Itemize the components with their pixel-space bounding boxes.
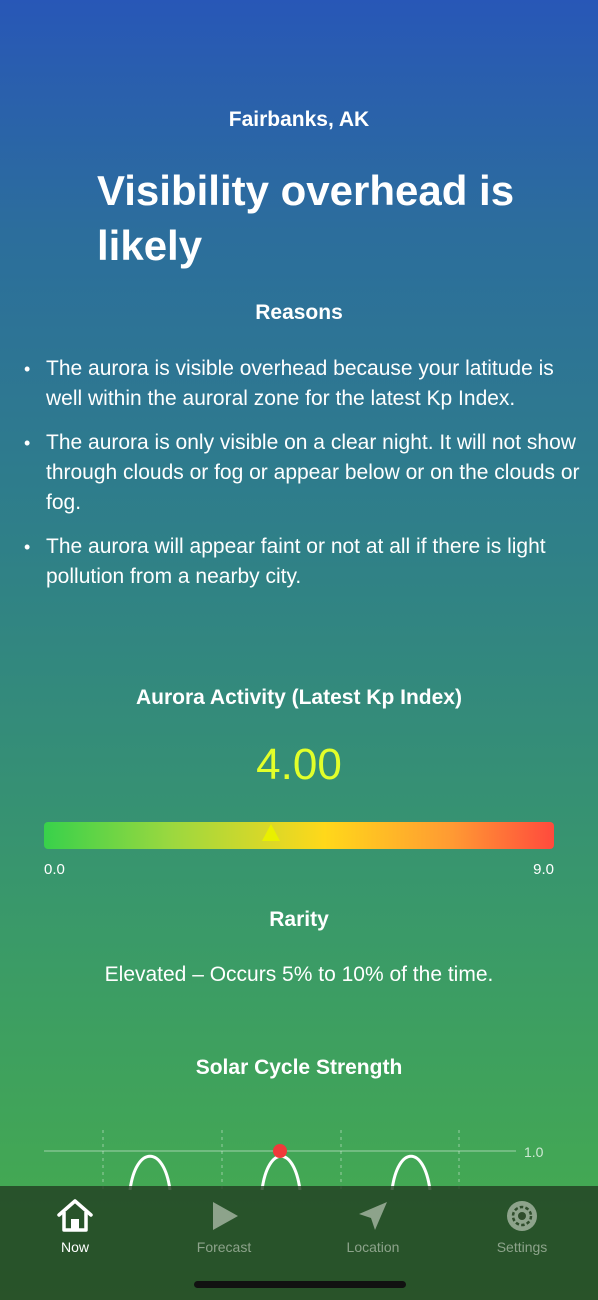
tab-now[interactable]: Now <box>15 1196 135 1255</box>
reason-item: • The aurora will appear faint or not at… <box>24 532 580 592</box>
solar-cycle-curve <box>128 1155 172 1190</box>
solar-cycle-curve <box>260 1155 302 1190</box>
gear-icon <box>507 1201 537 1231</box>
current-cycle-marker <box>273 1144 287 1158</box>
reason-text: The aurora is visible overhead because y… <box>46 357 554 410</box>
reason-text: The aurora will appear faint or not at a… <box>46 535 546 588</box>
kp-gradient-bar <box>44 822 554 849</box>
tab-label-settings: Settings <box>496 1239 548 1255</box>
solar-cycle-chart: 1.0 <box>44 1130 544 1190</box>
tab-location[interactable]: Location <box>313 1196 433 1255</box>
tab-settings[interactable]: Settings <box>462 1196 582 1255</box>
bullet-icon: • <box>24 537 31 557</box>
tab-label-now: Now <box>60 1239 89 1255</box>
kp-scale-max: 9.0 <box>533 861 554 878</box>
tab-label-forecast: Forecast <box>196 1239 252 1255</box>
location-arrow-icon <box>359 1202 387 1230</box>
kp-marker-icon <box>261 824 280 841</box>
house-icon <box>57 1199 93 1232</box>
rarity-heading: Rarity <box>269 908 329 931</box>
kp-index-value: 4.00 <box>256 740 342 789</box>
tab-label-location: Location <box>346 1239 400 1255</box>
location-label: Fairbanks, AK <box>228 108 370 131</box>
bullet-icon: • <box>24 433 31 453</box>
reason-item: • The aurora is only visible on a clear … <box>24 428 580 518</box>
tab-forecast[interactable]: Forecast <box>164 1196 284 1255</box>
aurora-now-screen: Fairbanks, AK Visibility overhead is lik… <box>0 0 598 1300</box>
kp-scale-min: 0.0 <box>44 861 65 878</box>
home-indicator <box>194 1281 406 1288</box>
aurora-activity-heading: Aurora Activity (Latest Kp Index) <box>136 686 462 709</box>
bullet-icon: • <box>24 359 31 379</box>
reasons-list: • The aurora is visible overhead because… <box>24 354 580 606</box>
reasons-heading: Reasons <box>255 301 343 324</box>
solar-cycle-heading: Solar Cycle Strength <box>195 1056 403 1079</box>
reason-text: The aurora is only visible on a clear ni… <box>46 431 580 514</box>
solar-cycle-curve <box>390 1155 432 1190</box>
play-icon <box>213 1202 238 1230</box>
reason-item: • The aurora is visible overhead because… <box>24 354 580 414</box>
visibility-headline: Visibility overhead is likely <box>97 167 515 269</box>
chart-axis-label: 1.0 <box>524 1144 544 1160</box>
rarity-description: Elevated – Occurs 5% to 10% of the time. <box>104 963 494 986</box>
